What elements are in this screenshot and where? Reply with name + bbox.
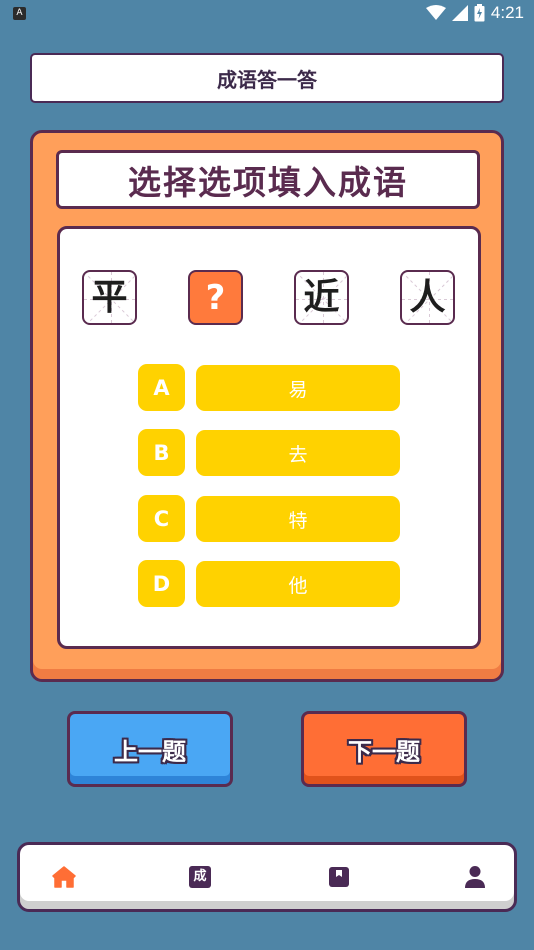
option-letter[interactable]: C <box>138 495 185 542</box>
option-letter[interactable]: D <box>138 560 185 607</box>
bookmark-icon <box>329 867 349 887</box>
option-b[interactable]: B 去 <box>138 429 400 476</box>
idiom-char-text: 近 <box>303 276 340 318</box>
option-letter[interactable]: A <box>138 364 185 411</box>
idiom-char-missing: ? <box>188 270 243 325</box>
quiz-content: 平 ? 近 人 A 易 B 去 C 特 D 他 <box>57 226 481 649</box>
idiom-char-4: 人 <box>400 270 455 325</box>
quiz-card: 选择选项填入成语 平 ? 近 人 A 易 B 去 C 特 D 他 <box>30 130 504 682</box>
idiom-char-text: 人 <box>409 276 446 318</box>
missing-char-text: ? <box>205 277 226 318</box>
idiom-char-3: 近 <box>294 270 349 325</box>
option-answer-button[interactable]: 特 <box>196 496 400 542</box>
bottom-nav: 成 <box>17 842 517 912</box>
profile-icon <box>465 866 485 888</box>
battery-icon <box>474 4 485 22</box>
next-question-button[interactable]: 下一题 <box>301 711 467 787</box>
option-a[interactable]: A 易 <box>138 364 400 411</box>
wifi-icon <box>425 5 446 20</box>
idiom-icon: 成 <box>189 866 211 888</box>
option-answer-button[interactable]: 去 <box>196 430 400 476</box>
option-letter[interactable]: B <box>138 429 185 476</box>
idiom-char-1: 平 <box>82 270 137 325</box>
option-c[interactable]: C 特 <box>138 495 400 542</box>
tab-home[interactable] <box>50 863 78 891</box>
header-bar: 成语答一答 <box>30 53 504 103</box>
next-question-label: 下一题 <box>348 737 420 766</box>
status-icons: 4:21 <box>425 2 524 24</box>
status-bar: A 4:21 <box>0 0 534 26</box>
signal-icon <box>451 5 468 21</box>
tab-profile[interactable] <box>461 863 489 891</box>
option-d[interactable]: D 他 <box>138 560 400 607</box>
status-time: 4:21 <box>490 3 524 22</box>
quiz-title-box: 选择选项填入成语 <box>56 150 480 209</box>
prev-question-button[interactable]: 上一题 <box>67 711 233 787</box>
page-title: 成语答一答 <box>217 67 317 92</box>
tab-bookmark[interactable] <box>325 863 353 891</box>
option-answer-button[interactable]: 易 <box>196 365 400 411</box>
quiz-title: 选择选项填入成语 <box>128 162 408 202</box>
idiom-char-text: 平 <box>91 276 128 318</box>
home-icon <box>52 866 76 888</box>
option-answer-button[interactable]: 他 <box>196 561 400 607</box>
app-notification-icon: A <box>13 7 26 20</box>
tab-idiom[interactable]: 成 <box>186 863 214 891</box>
prev-question-label: 上一题 <box>114 737 186 766</box>
